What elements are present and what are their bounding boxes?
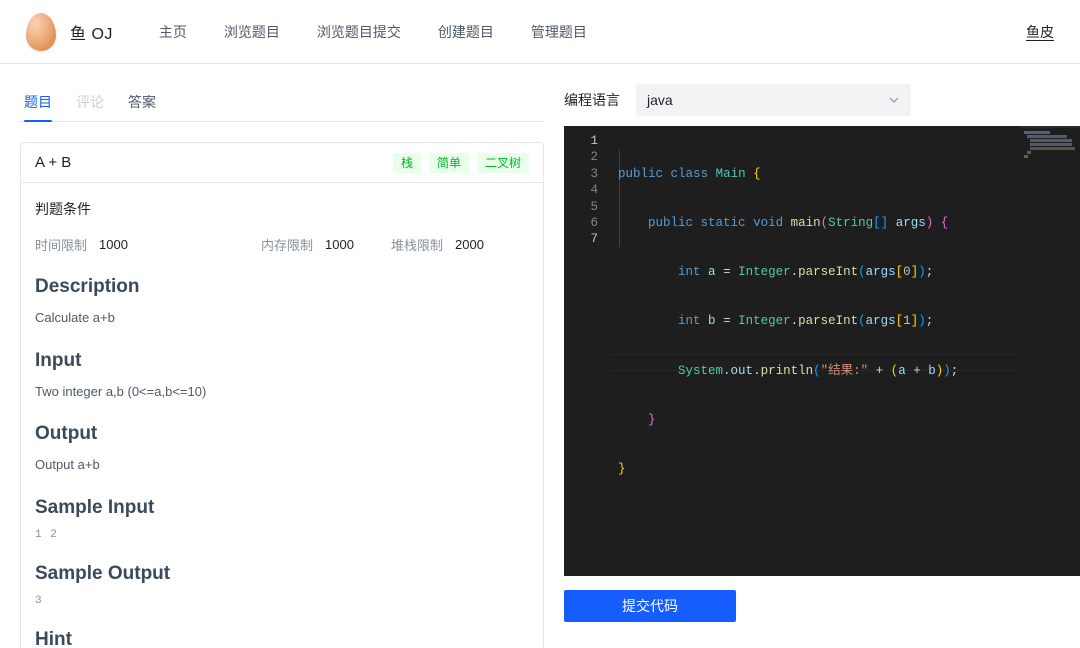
code-line-3: int a = Integer.parseInt(args[0]); <box>618 264 958 280</box>
code-line-4: int b = Integer.parseInt(args[1]); <box>618 313 958 329</box>
code-line-7: } <box>618 461 958 477</box>
question-card-body: 判题条件 时间限制 1000 内存限制 1000 堆栈限制 2000 <box>21 183 543 648</box>
submit-code-button[interactable]: 提交代码 <box>564 590 736 622</box>
memory-limit-value: 1000 <box>325 237 354 252</box>
line-number: 1 <box>564 133 610 149</box>
heading-output: Output <box>35 423 529 445</box>
heading-sample-output: Sample Output <box>35 563 529 585</box>
submit-row: 提交代码 <box>564 576 1080 622</box>
line-number: 2 <box>564 149 610 165</box>
heading-sample-input: Sample Input <box>35 497 529 519</box>
nav-item-home[interactable]: 主页 <box>159 22 187 42</box>
memory-limit: 内存限制 1000 <box>261 235 391 254</box>
time-limit-value: 1000 <box>99 237 128 252</box>
time-limit: 时间限制 1000 <box>35 235 261 254</box>
line-number: 4 <box>564 182 610 198</box>
line-number: 7 <box>564 231 610 247</box>
brand-title: 鱼 OJ <box>70 20 113 44</box>
nav-item-submissions[interactable]: 浏览题目提交 <box>317 22 401 42</box>
text-description: Calculate a+b <box>35 308 529 328</box>
top-navbar: 鱼 OJ 主页 浏览题目 浏览题目提交 创建题目 管理题目 鱼皮 <box>0 0 1080 64</box>
line-number: 3 <box>564 166 610 182</box>
chevron-down-icon <box>888 94 900 106</box>
text-output: Output a+b <box>35 455 529 475</box>
judge-limits: 时间限制 1000 内存限制 1000 堆栈限制 2000 <box>35 235 529 254</box>
language-select-value: java <box>647 92 673 108</box>
tab-question[interactable]: 题目 <box>24 92 52 121</box>
editor-line-numbers: 1 2 3 4 5 6 7 <box>564 133 610 248</box>
code-line-2: public static void main(String[] args) { <box>618 215 958 231</box>
question-title: A + B <box>35 154 71 171</box>
nav-right: 鱼皮 <box>1026 22 1054 42</box>
text-sample-output: 3 <box>35 595 529 607</box>
nav-links: 主页 浏览题目 浏览题目提交 创建题目 管理题目 <box>159 22 587 42</box>
question-tabs: 题目 评论 答案 <box>20 84 544 122</box>
tag-binarytree[interactable]: 二叉树 <box>477 153 529 173</box>
stack-limit-label: 堆栈限制 <box>391 235 443 254</box>
code-editor[interactable]: 1 2 3 4 5 6 7 public class Main { public… <box>564 126 1080 576</box>
text-sample-input: 1 2 <box>35 529 529 541</box>
brand[interactable]: 鱼 OJ <box>26 13 113 51</box>
heading-description: Description <box>35 276 529 298</box>
question-pane: 题目 评论 答案 A + B 栈 简单 二叉树 判题条件 时间限制 1000 <box>0 64 564 648</box>
line-number: 5 <box>564 199 610 215</box>
question-tags: 栈 简单 二叉树 <box>393 153 529 173</box>
language-select[interactable]: java <box>636 84 911 116</box>
code-line-1: public class Main { <box>618 166 958 182</box>
tab-comments[interactable]: 评论 <box>76 92 104 121</box>
judge-conditions-label: 判题条件 <box>35 199 529 219</box>
nav-item-manage[interactable]: 管理题目 <box>531 22 587 42</box>
nav-item-browse[interactable]: 浏览题目 <box>224 22 280 42</box>
stack-limit-value: 2000 <box>455 237 484 252</box>
question-card: A + B 栈 简单 二叉树 判题条件 时间限制 1000 内存限制 100 <box>20 142 544 648</box>
time-limit-label: 时间限制 <box>35 235 87 254</box>
language-label: 编程语言 <box>564 90 620 110</box>
text-input: Two integer a,b (0<=a,b<=10) <box>35 382 529 402</box>
editor-minimap[interactable] <box>1020 126 1080 576</box>
user-menu[interactable]: 鱼皮 <box>1026 24 1054 40</box>
tag-difficulty[interactable]: 简单 <box>429 153 469 173</box>
page-content: 题目 评论 答案 A + B 栈 简单 二叉树 判题条件 时间限制 1000 <box>0 64 1080 648</box>
question-card-header: A + B 栈 简单 二叉树 <box>21 143 543 183</box>
memory-limit-label: 内存限制 <box>261 235 313 254</box>
code-line-6: } <box>618 412 958 428</box>
language-row: 编程语言 java <box>564 84 1080 116</box>
line-number: 6 <box>564 215 610 231</box>
editor-code[interactable]: public class Main { public static void m… <box>618 133 958 510</box>
heading-hint: Hint <box>35 629 529 648</box>
tab-answer[interactable]: 答案 <box>128 92 156 121</box>
heading-input: Input <box>35 350 529 372</box>
egg-logo-icon <box>26 13 56 51</box>
tag-stack[interactable]: 栈 <box>393 153 421 173</box>
stack-limit: 堆栈限制 2000 <box>391 235 484 254</box>
nav-item-create[interactable]: 创建题目 <box>438 22 494 42</box>
code-line-5: System.out.println("结果:" + (a + b)); <box>618 363 958 379</box>
editor-pane: 编程语言 java 1 2 3 4 5 6 7 public <box>564 64 1080 648</box>
